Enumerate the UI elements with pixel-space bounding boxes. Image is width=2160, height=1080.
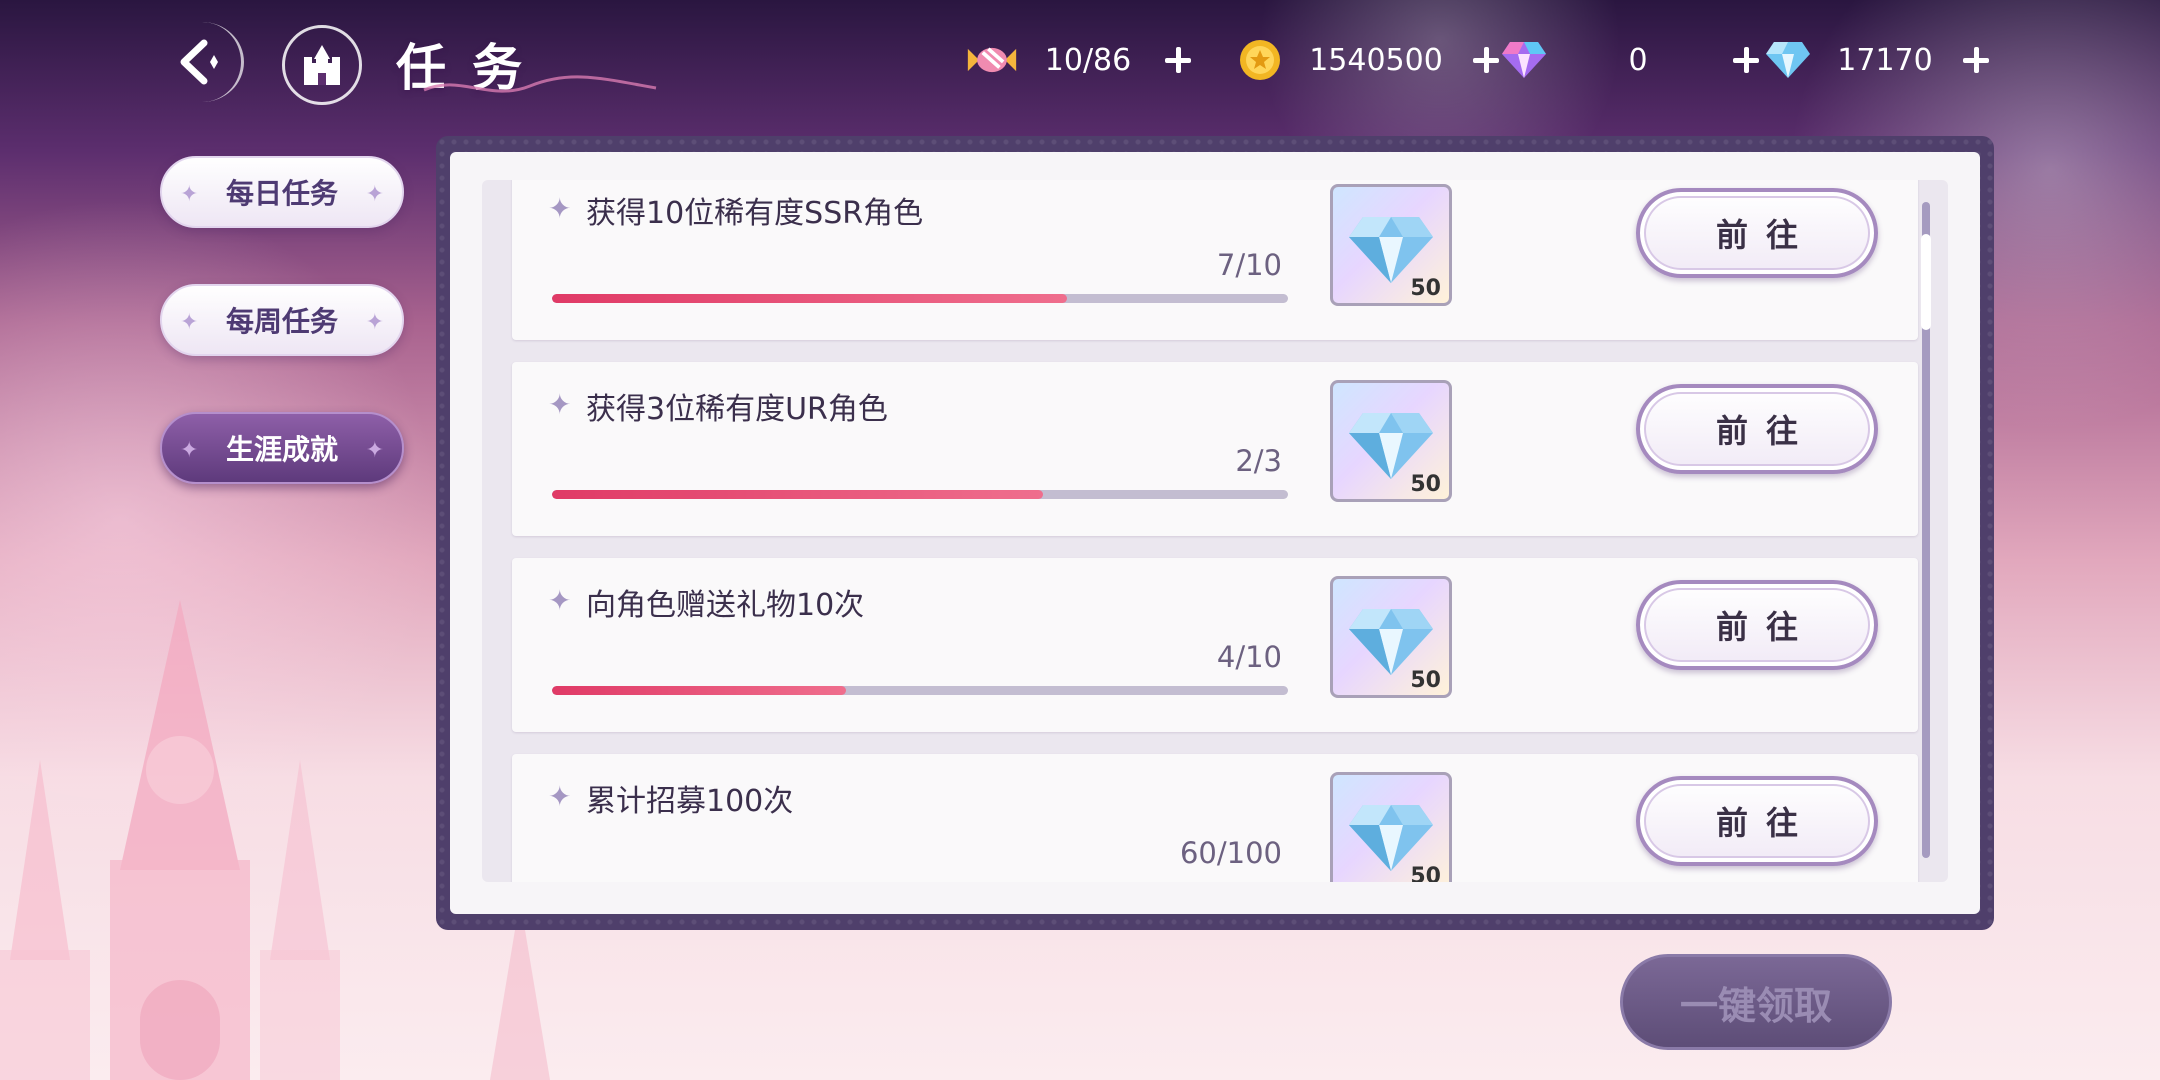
- title-swirl-decoration: [423, 75, 657, 93]
- task-list[interactable]: ✦ 获得10位稀有度SSR角色 7/10 50 前往 ✦ 获得3位稀有度UR角色…: [482, 180, 1948, 882]
- claim-all-button[interactable]: 一键领取: [1620, 954, 1892, 1050]
- blue-diamond-count: 17170: [1837, 42, 1933, 78]
- add-rainbow-gem-button[interactable]: [1726, 40, 1766, 80]
- reward-amount: 50: [1410, 864, 1441, 882]
- task-title: 累计招募100次: [586, 784, 794, 819]
- task-row: ✦ 获得10位稀有度SSR角色 7/10 50 前往: [512, 180, 1918, 340]
- reward-item[interactable]: 50: [1330, 772, 1452, 882]
- resource-gold: 1540500: [1234, 32, 1506, 88]
- task-title: 向角色赠送礼物10次: [586, 588, 865, 623]
- add-candy-button[interactable]: [1158, 40, 1198, 80]
- reward-amount: 50: [1410, 668, 1441, 693]
- reward-amount: 50: [1410, 472, 1441, 497]
- castle-home-icon: [304, 45, 340, 85]
- task-title: 获得3位稀有度UR角色: [586, 392, 888, 427]
- task-progress-bar: [552, 686, 1288, 695]
- tab-career-achievements[interactable]: ✦ 生涯成就 ✦: [160, 412, 404, 484]
- resource-blue-diamond: 17170: [1762, 32, 1996, 88]
- resource-candy: 10/86: [966, 32, 1198, 88]
- task-progress-count: 7/10: [1216, 248, 1282, 282]
- scrollbar-thumb[interactable]: [1921, 234, 1931, 330]
- sparkle-icon: ✦: [180, 182, 199, 207]
- resource-rainbow-gem: 0: [1498, 32, 1766, 88]
- plus-icon: [1733, 47, 1759, 73]
- back-button[interactable]: [160, 22, 244, 102]
- gold-count: 1540500: [1309, 42, 1443, 78]
- sparkle-icon: ✦: [548, 388, 572, 421]
- reward-item[interactable]: 50: [1330, 576, 1452, 698]
- rainbow-gem-count: 0: [1628, 42, 1648, 78]
- gold-coin-icon: [1234, 34, 1286, 86]
- tab-weekly-tasks-label: 每周任务: [225, 305, 338, 338]
- tab-daily-tasks-label: 每日任务: [225, 177, 338, 210]
- task-progress-bar: [552, 490, 1288, 499]
- home-button[interactable]: [282, 25, 362, 105]
- sparkle-icon: ✦: [548, 584, 572, 617]
- back-arrow-icon: [180, 39, 218, 85]
- tab-career-achievements-label: 生涯成就: [225, 433, 338, 466]
- reward-item[interactable]: 50: [1330, 184, 1452, 306]
- task-progress-fill: [552, 686, 847, 695]
- add-blue-diamond-button[interactable]: [1956, 40, 1996, 80]
- scrollbar[interactable]: [1921, 202, 1931, 858]
- rainbow-gem-icon: [1498, 34, 1550, 86]
- go-button[interactable]: 前往: [1636, 384, 1878, 474]
- go-button[interactable]: 前往: [1636, 188, 1878, 278]
- sparkle-icon: ✦: [365, 310, 384, 335]
- task-progress-fill: [552, 490, 1043, 499]
- task-row: ✦ 向角色赠送礼物10次 4/10 50 前往: [512, 558, 1918, 732]
- sparkle-icon: ✦: [365, 182, 384, 207]
- task-progress-count: 2/3: [1235, 444, 1282, 478]
- sparkle-icon: ✦: [180, 310, 199, 335]
- candy-count: 10/86: [1044, 42, 1132, 78]
- reward-item[interactable]: 50: [1330, 380, 1452, 502]
- task-progress-bar: [552, 294, 1288, 303]
- plus-icon: [1963, 47, 1989, 73]
- plus-icon: [1165, 47, 1191, 73]
- sparkle-icon: ✦: [548, 192, 572, 225]
- go-button[interactable]: 前往: [1636, 776, 1878, 866]
- plus-icon: [1473, 47, 1499, 73]
- reward-amount: 50: [1410, 276, 1441, 301]
- task-progress-count: 60/100: [1179, 836, 1282, 870]
- task-progress-fill: [552, 294, 1068, 303]
- task-title: 获得10位稀有度SSR角色: [586, 196, 924, 231]
- blue-diamond-icon: [1762, 34, 1814, 86]
- task-progress-count: 4/10: [1216, 640, 1282, 674]
- tab-weekly-tasks[interactable]: ✦ 每周任务 ✦: [160, 284, 404, 356]
- task-row: ✦ 获得3位稀有度UR角色 2/3 50 前往: [512, 362, 1918, 536]
- task-row: ✦ 累计招募100次 60/100 50 前往: [512, 754, 1918, 882]
- candy-icon: [966, 34, 1018, 86]
- sparkle-icon: ✦: [548, 780, 572, 813]
- go-button[interactable]: 前往: [1636, 580, 1878, 670]
- tab-daily-tasks[interactable]: ✦ 每日任务 ✦: [160, 156, 404, 228]
- sparkle-icon: ✦: [180, 438, 199, 463]
- sparkle-icon: ✦: [365, 438, 384, 463]
